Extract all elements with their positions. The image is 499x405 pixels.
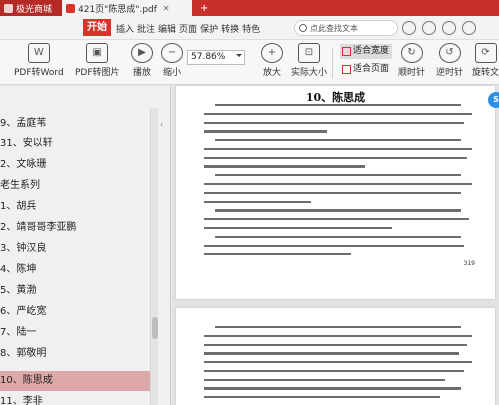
pdf-to-image-button[interactable]: ▣ PDF转图片: [75, 43, 120, 78]
bookmark-item[interactable]: 2、靖哥哥李亚鹏: [0, 218, 150, 238]
title-bar: 极光商城 421页"陈思成".pdf ✕ +: [0, 0, 499, 16]
sidebar-scroll-thumb[interactable]: [152, 317, 158, 339]
menu-insert[interactable]: 插入: [116, 22, 134, 35]
word-icon: W: [27, 43, 50, 63]
pdf-to-word-label: PDF转Word: [14, 68, 64, 78]
fit-width-label: 适合宽度: [353, 46, 390, 56]
menu-protect[interactable]: 保护: [200, 22, 218, 35]
page-text-block: [204, 104, 472, 262]
menu-start[interactable]: 开始: [83, 19, 111, 36]
store-icon: [4, 3, 13, 13]
menu-items: 插入 批注 编辑 页面 保护 转换 特色: [116, 16, 263, 40]
fit-page-icon: [342, 65, 351, 74]
pdf-reader-window: 极光商城 421页"陈思成".pdf ✕ + 开始 插入 批注 编辑 页面 保护…: [0, 0, 499, 405]
bookmark-item[interactable]: 9、孟庭苇: [0, 114, 150, 134]
toolbar-divider: [332, 48, 333, 78]
menu-special[interactable]: 特色: [242, 22, 260, 35]
tab-pdf-label: 421页"陈思成".pdf: [78, 4, 157, 15]
bookmark-item[interactable]: 3、钟汉良: [0, 239, 150, 259]
fit-width-icon: [342, 47, 351, 56]
pdf-icon: [66, 3, 75, 13]
add-tab-icon[interactable]: +: [200, 0, 208, 16]
collapse-sidebar-icon[interactable]: ‹: [160, 120, 168, 134]
page-text-block: [204, 326, 472, 405]
rotate-ccw-label: 逆时针: [436, 68, 464, 78]
bookmark-item[interactable]: 31、安以轩: [0, 134, 150, 154]
tab-store[interactable]: 极光商城: [0, 0, 62, 16]
rotate-cw-label: 顺时针: [398, 68, 426, 78]
zoom-out-label: 缩小: [162, 68, 181, 78]
rotate-cw-button[interactable]: ↻ 顺时针: [398, 43, 425, 78]
actual-size-button[interactable]: ⊡ 实际大小: [291, 43, 327, 78]
image-icon: ▣: [86, 43, 109, 63]
actual-size-label: 实际大小: [291, 68, 328, 78]
zoom-in-icon: +: [261, 43, 283, 63]
pdf-page: 10、陈思成 319: [176, 86, 495, 299]
bookmark-item-active[interactable]: 10、陈思成: [0, 371, 150, 391]
bookmark-item[interactable]: 7、陆一: [0, 323, 150, 343]
pdf-to-word-button[interactable]: W PDF转Word: [14, 43, 64, 78]
fit-page-label: 适合页面: [353, 64, 390, 74]
more-icon[interactable]: [442, 21, 456, 35]
settings-icon[interactable]: [402, 21, 416, 35]
share-icon[interactable]: [422, 21, 436, 35]
tab-pdf-document[interactable]: 421页"陈思成".pdf ✕: [62, 0, 192, 16]
play-button[interactable]: ▶ 播放: [131, 43, 153, 78]
search-placeholder: 点此查找文本: [310, 23, 358, 33]
bookmark-item[interactable]: 8、郭敬明: [0, 344, 150, 364]
pdf-page-next: [176, 308, 495, 405]
search-icon: [299, 24, 307, 32]
sidebar-scrollbar[interactable]: [150, 108, 158, 405]
bookmark-item[interactable]: 6、严屹宽: [0, 302, 150, 322]
search-field[interactable]: 点此查找文本: [294, 20, 398, 36]
play-icon: ▶: [131, 43, 153, 63]
bookmark-item[interactable]: 5、黄渤: [0, 281, 150, 301]
tab-close-icon[interactable]: ✕: [163, 4, 170, 13]
menu-right-icons: [402, 21, 482, 35]
tab-store-label: 极光商城: [16, 4, 53, 15]
play-label: 播放: [132, 68, 151, 78]
page-number: 319: [463, 260, 475, 267]
rotate-doc-icon: ⟳: [474, 43, 497, 63]
menu-page[interactable]: 页面: [179, 22, 197, 35]
zoom-in-label: 放大: [262, 68, 281, 78]
rotate-doc-button[interactable]: ⟳ 旋转文: [472, 43, 499, 78]
zoom-in-button[interactable]: + 放大: [261, 43, 283, 78]
zoom-out-button[interactable]: − 缩小: [161, 43, 183, 78]
bookmark-item[interactable]: 4、陈坤: [0, 260, 150, 280]
pdf-to-image-label: PDF转图片: [75, 68, 120, 78]
bookmark-group[interactable]: 老生系列: [0, 176, 150, 196]
menu-edit[interactable]: 编辑: [158, 22, 176, 35]
bookmark-sidebar: 9、孟庭苇 31、安以轩 2、文咏珊 老生系列 1、胡兵 2、靖哥哥李亚鹏 3、…: [0, 86, 171, 405]
zoom-out-icon: −: [161, 43, 183, 63]
assistant-badge-icon[interactable]: S: [488, 92, 499, 108]
menu-annotate[interactable]: 批注: [137, 22, 155, 35]
menu-bar: 开始 插入 批注 编辑 页面 保护 转换 特色 点此查找文本: [0, 16, 499, 40]
bookmark-item[interactable]: 11、李非: [0, 392, 150, 405]
chevron-down-icon[interactable]: [236, 54, 242, 60]
fit-page-button[interactable]: 适合页面: [340, 62, 389, 77]
rotate-doc-label: 旋转文: [472, 68, 499, 78]
bookmark-item[interactable]: 2、文咏珊: [0, 155, 150, 175]
collapse-icon[interactable]: [462, 21, 476, 35]
actual-size-icon: ⊡: [298, 43, 320, 63]
rotate-ccw-icon: ↺: [438, 43, 461, 63]
rotate-cw-icon: ↻: [400, 43, 423, 63]
rotate-ccw-button[interactable]: ↺ 逆时针: [436, 43, 463, 78]
document-viewport[interactable]: 10、陈思成 319: [172, 86, 499, 405]
bookmark-item[interactable]: 1、胡兵: [0, 197, 150, 217]
page-title: 10、陈思成: [305, 91, 366, 104]
menu-convert[interactable]: 转换: [221, 22, 239, 35]
toolbar: W PDF转Word ▣ PDF转图片 ▶ 播放 − 缩小 57.86% + 放…: [0, 40, 499, 85]
fit-width-button[interactable]: 适合宽度: [340, 44, 393, 59]
